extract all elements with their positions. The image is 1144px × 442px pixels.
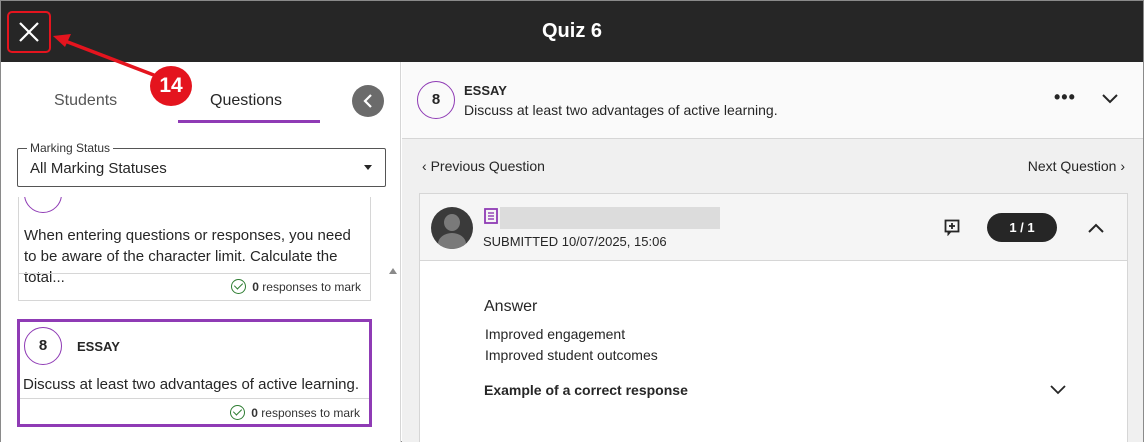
chevron-up-icon[interactable] bbox=[1087, 222, 1105, 234]
responses-to-mark: 0 responses to mark bbox=[230, 405, 360, 420]
question-prompt: Discuss at least two advantages of activ… bbox=[464, 102, 778, 118]
question-card[interactable]: When entering questions or responses, yo… bbox=[18, 197, 371, 301]
answer-line: Improved student outcomes bbox=[485, 347, 658, 363]
next-question-label: Next Question bbox=[1027, 158, 1117, 174]
chevron-left-icon bbox=[363, 94, 372, 108]
more-options-button[interactable]: ••• bbox=[1054, 88, 1076, 106]
response-card: SUBMITTED 10/07/2025, 15:06 1 / 1 Answer… bbox=[419, 193, 1128, 442]
previous-question-label: Previous Question bbox=[430, 158, 545, 174]
answer-line: Improved engagement bbox=[485, 326, 626, 342]
marking-status-select[interactable]: Marking Status All Marking Statuses bbox=[17, 141, 386, 187]
question-type: ESSAY bbox=[77, 339, 120, 354]
avatar bbox=[431, 207, 473, 249]
page-title: Quiz 6 bbox=[541, 20, 602, 42]
answer-heading: Answer bbox=[484, 298, 538, 315]
question-type: ESSAY bbox=[464, 83, 507, 98]
mark-label: responses to mark bbox=[258, 280, 361, 294]
document-icon bbox=[484, 208, 498, 224]
chevron-down-icon[interactable] bbox=[1049, 384, 1067, 396]
chevron-left-icon: ‹ bbox=[422, 158, 431, 174]
mark-count: 0 bbox=[252, 280, 259, 294]
submitted-timestamp: SUBMITTED 10/07/2025, 15:06 bbox=[483, 234, 667, 249]
divider bbox=[19, 273, 370, 274]
question-text: Discuss at least two advantages of activ… bbox=[23, 376, 360, 393]
question-list: When entering questions or responses, yo… bbox=[1, 197, 401, 442]
marking-status-label: Marking Status bbox=[27, 141, 114, 155]
divider bbox=[20, 398, 369, 399]
chevron-right-icon: › bbox=[1116, 158, 1125, 174]
main-panel: 8 ESSAY Discuss at least two advantages … bbox=[402, 62, 1143, 442]
active-tab-indicator bbox=[178, 120, 320, 123]
correct-response-toggle[interactable]: Example of a correct response bbox=[484, 382, 688, 398]
responses-to-mark: 0 responses to mark bbox=[231, 279, 361, 294]
next-question-link[interactable]: Next Question › bbox=[1028, 158, 1125, 174]
mark-count: 0 bbox=[251, 406, 258, 420]
collapse-panel-button[interactable] bbox=[352, 85, 384, 117]
check-circle-icon bbox=[231, 279, 247, 294]
attempt-pager[interactable]: 1 / 1 bbox=[987, 213, 1057, 242]
scroll-up-arrow-icon[interactable] bbox=[389, 268, 397, 274]
question-number: 8 bbox=[24, 327, 62, 365]
tab-students[interactable]: Students bbox=[54, 92, 117, 110]
student-name-redacted bbox=[500, 207, 720, 229]
annotation-badge: 14 bbox=[150, 66, 192, 106]
left-panel: Students Questions Marking Status All Ma… bbox=[1, 62, 401, 442]
question-card-selected[interactable]: 8 ESSAY Discuss at least two advantages … bbox=[17, 319, 372, 427]
question-header: 8 ESSAY Discuss at least two advantages … bbox=[402, 62, 1143, 139]
response-header: SUBMITTED 10/07/2025, 15:06 1 / 1 bbox=[420, 194, 1127, 261]
question-number: 8 bbox=[417, 81, 455, 119]
check-circle-icon bbox=[230, 405, 246, 420]
chevron-down-icon[interactable] bbox=[1101, 93, 1119, 105]
top-bar: Quiz 6 bbox=[1, 1, 1143, 62]
previous-question-link[interactable]: ‹ Previous Question bbox=[422, 158, 545, 174]
question-number-circle bbox=[24, 197, 62, 213]
marking-status-value: All Marking Statuses bbox=[30, 160, 167, 177]
mark-label: responses to mark bbox=[257, 406, 360, 420]
add-feedback-icon[interactable] bbox=[944, 219, 960, 236]
caret-down-icon bbox=[364, 165, 372, 170]
tab-questions[interactable]: Questions bbox=[210, 92, 282, 110]
